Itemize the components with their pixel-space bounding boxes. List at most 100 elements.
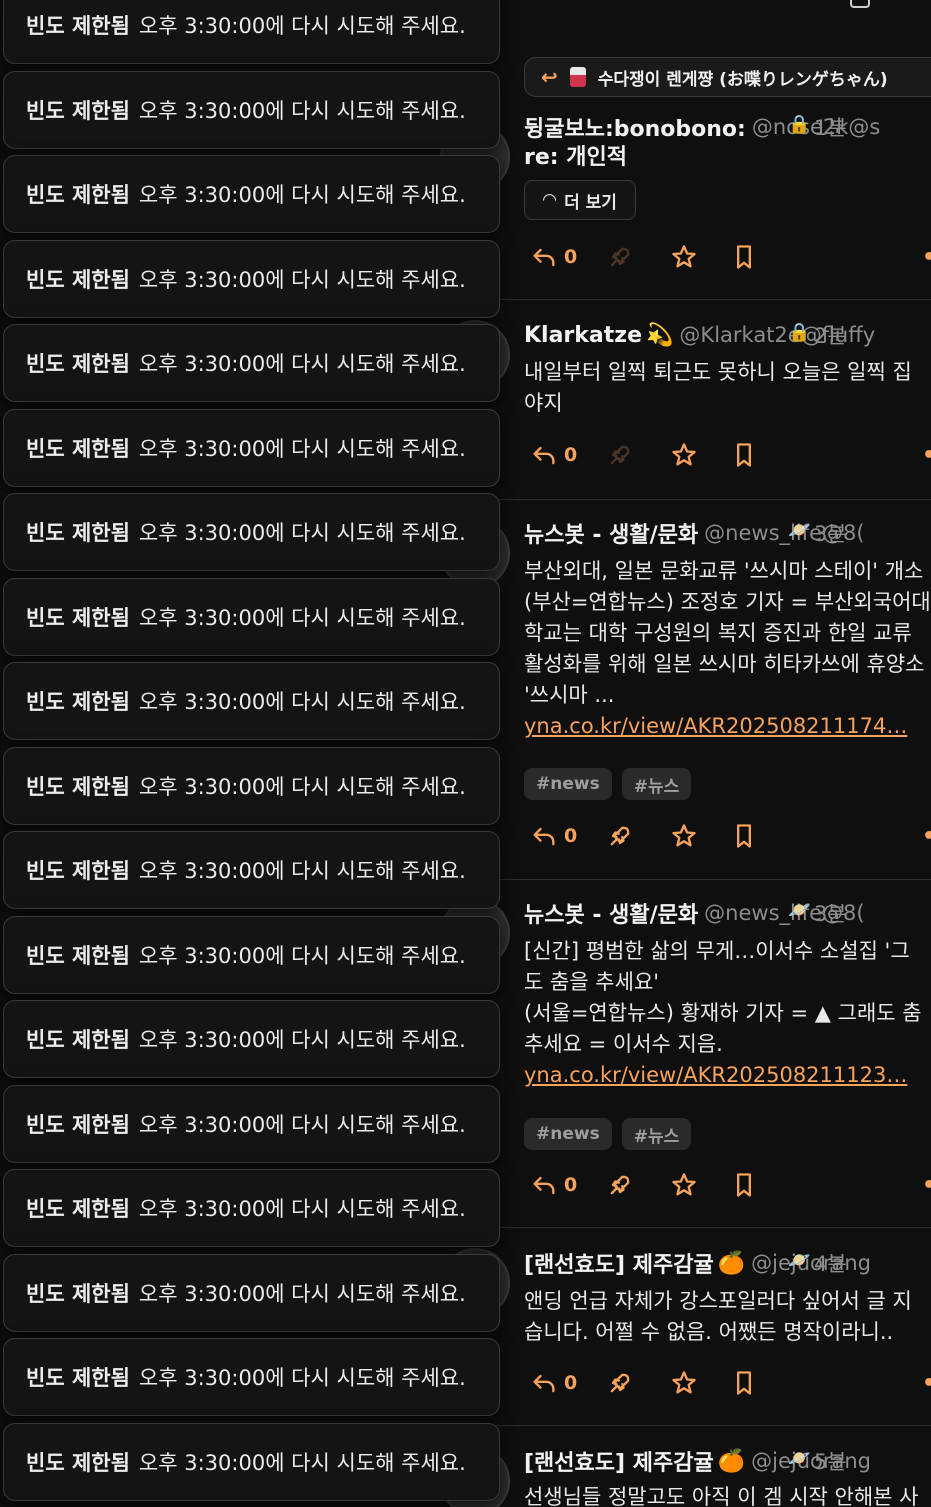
show-more-button[interactable]: ◠ 더 보기 xyxy=(524,180,636,220)
renote-button[interactable] xyxy=(606,1168,634,1202)
note-author-name[interactable]: 뉴스봇 - 생활/문화 xyxy=(524,898,698,928)
note-author-name[interactable]: [랜선효도] 제주감귤 xyxy=(524,1446,714,1476)
bookmark-icon xyxy=(737,443,751,467)
rate-limit-toast[interactable]: 빈도 제한됨 오후 3:30:00에 다시 시도해 주세요. xyxy=(3,746,500,825)
note-time[interactable]: 4분 xyxy=(814,1248,847,1278)
note-username[interactable]: @jejuorang xyxy=(751,1449,871,1473)
reply-button[interactable]: 0 xyxy=(530,1168,577,1202)
note-link[interactable]: yna.co.kr/view/AKR202508211123… xyxy=(524,1060,931,1091)
bookmark-button[interactable] xyxy=(730,1168,758,1202)
more-options-button[interactable]: • xyxy=(922,819,931,853)
note-line: 부산외대, 일본 문화교류 '쓰시마 스테이' 개소 xyxy=(524,559,924,583)
rate-limit-toast[interactable]: 빈도 제한됨 오후 3:30:00에 다시 시도해 주세요. xyxy=(3,831,500,909)
rate-limit-toast[interactable]: 빈도 제한됨 오후 3:30:00에 다시 시도해 주세요. xyxy=(3,1000,500,1078)
note-time[interactable]: 3분 xyxy=(814,518,847,548)
note-author-name[interactable]: 뉴스봇 - 생활/문화 xyxy=(524,518,698,548)
rate-limit-toast[interactable]: 빈도 제한됨 오후 3:30:00에 다시 시도해 주세요. xyxy=(3,1253,500,1332)
reply-button[interactable]: 0 xyxy=(530,819,577,853)
note-header: [랜선효도] 제주감귤 🍊 @jejuorang xyxy=(524,1248,931,1279)
planet-icon: 🪐 xyxy=(788,520,811,541)
hashtag[interactable]: #news xyxy=(524,768,612,800)
rocket-icon xyxy=(610,445,630,465)
ellipsis-icon: • xyxy=(922,245,931,270)
note-username[interactable]: @jejuorang xyxy=(751,1251,871,1275)
hashtag[interactable]: #뉴스 xyxy=(621,1118,692,1150)
reaction-button[interactable] xyxy=(670,1168,698,1202)
star-icon xyxy=(672,824,696,847)
rate-limit-toast[interactable]: 빈도 제한됨 오후 3:30:00에 다시 시도해 주세요. xyxy=(3,493,500,571)
hashtag[interactable]: #뉴스 xyxy=(621,768,692,800)
reply-count: 0 xyxy=(564,825,578,847)
compose-icon[interactable] xyxy=(850,0,870,8)
note-actions: 0• xyxy=(530,819,931,853)
rate-limit-toast[interactable]: 빈도 제한됨 오후 3:30:00에 다시 시도해 주세요. xyxy=(3,1338,500,1416)
note-text: 부산외대, 일본 문화교류 '쓰시마 스테이' 개소 (부산=연합뉴스) 조정호… xyxy=(524,556,931,742)
renote-button[interactable] xyxy=(606,1366,634,1400)
star-icon xyxy=(672,443,696,466)
more-options-button[interactable]: • xyxy=(922,1168,931,1202)
ellipsis-icon: • xyxy=(922,824,931,849)
rate-limit-toast[interactable]: 빈도 제한됨 오후 3:30:00에 다시 시도해 주세요. xyxy=(3,1084,500,1163)
note-link[interactable]: yna.co.kr/view/AKR202508211174… xyxy=(524,711,931,742)
reaction-button[interactable] xyxy=(670,819,698,853)
toast-message: 오후 3:30:00에 다시 시도해 주세요. xyxy=(138,1366,466,1390)
bookmark-button[interactable] xyxy=(730,1366,758,1400)
note: 뉴스봇 - 생활/문화 @news_life@8( 🪐 3분 부산외대, 일본 … xyxy=(440,518,931,880)
rate-limit-toast[interactable]: 빈도 제한됨 오후 3:30:00에 다시 시도해 주세요. xyxy=(3,577,500,656)
note-line: 도 춤을 추세요' xyxy=(524,970,660,994)
rate-limit-toast[interactable]: 빈도 제한됨 오후 3:30:00에 다시 시도해 주세요. xyxy=(3,408,500,487)
note-header: 뉴스봇 - 생활/문화 @news_life@8( xyxy=(524,898,931,928)
note-line: (서울=연합뉴스) 황재하 기자 = ▲ 그래도 춤 xyxy=(524,1001,922,1025)
note-text: [신간] 평범한 삶의 무게…이서수 소설집 '그 도 춤을 추세요' (서울=… xyxy=(524,936,931,1091)
rate-limit-toast[interactable]: 빈도 제한됨 오후 3:30:00에 다시 시도해 주세요. xyxy=(3,662,500,740)
rate-limit-toast[interactable]: 빈도 제한됨 오후 3:30:00에 다시 시도해 주세요. xyxy=(3,1169,500,1247)
note-time[interactable]: 3분 xyxy=(814,898,847,928)
rate-limit-toast[interactable]: 빈도 제한됨 오후 3:30:00에 다시 시도해 주세요. xyxy=(3,1422,500,1501)
renote-button[interactable] xyxy=(606,438,634,472)
toast-message: 오후 3:30:00에 다시 시도해 주세요. xyxy=(138,605,466,630)
rate-limit-toast[interactable]: 빈도 제한됨 오후 3:30:00에 다시 시도해 주세요. xyxy=(3,324,500,402)
more-options-button[interactable]: • xyxy=(922,438,931,472)
more-options-button[interactable]: • xyxy=(922,240,931,274)
toast-message: 오후 3:30:00에 다시 시도해 주세요. xyxy=(138,1197,466,1221)
user-emoji-icon xyxy=(569,67,586,87)
note-author-name[interactable]: 뒹굴보노:bonobono: xyxy=(524,112,746,142)
reaction-button[interactable] xyxy=(670,240,698,274)
reaction-button[interactable] xyxy=(670,438,698,472)
reply-button[interactable]: 0 xyxy=(530,1366,577,1400)
reply-banner-text: 수다쟁이 렌게쨩 (お喋りレンゲちゃん) xyxy=(597,69,888,90)
rate-limit-toast[interactable]: 빈도 제한됨 오후 3:30:00에 다시 시도해 주세요. xyxy=(3,70,500,149)
toast-message: 오후 3:30:00에 다시 시도해 주세요. xyxy=(138,1281,466,1306)
bookmark-button[interactable] xyxy=(730,438,758,472)
renote-button[interactable] xyxy=(606,819,634,853)
note-time[interactable]: 2분 xyxy=(814,320,847,350)
rate-limit-toast[interactable]: 빈도 제한됨 오후 3:30:00에 다시 시도해 주세요. xyxy=(3,915,500,994)
note-author-name[interactable]: Klarkatze xyxy=(524,323,642,348)
reply-icon xyxy=(533,1374,555,1393)
ellipsis-icon: • xyxy=(922,1371,931,1396)
bookmark-icon xyxy=(737,245,751,269)
rate-limit-toast[interactable]: 빈도 제한됨 오후 3:30:00에 다시 시도해 주세요. xyxy=(3,239,500,318)
toast-message: 오후 3:30:00에 다시 시도해 주세요. xyxy=(138,690,466,714)
hashtag[interactable]: #news xyxy=(524,1118,612,1150)
note-line: 내일부터 일찍 퇴근도 못하니 오늘은 일찍 집 xyxy=(524,360,912,384)
toast-title: 빈도 제한됨 xyxy=(26,436,130,461)
renote-button[interactable] xyxy=(606,240,634,274)
rate-limit-toast[interactable]: 빈도 제한됨 오후 3:30:00에 다시 시도해 주세요. xyxy=(3,0,500,64)
reply-button[interactable]: 0 xyxy=(530,240,577,274)
bookmark-button[interactable] xyxy=(730,819,758,853)
more-options-button[interactable]: • xyxy=(922,1366,931,1400)
toast-message: 오후 3:30:00에 다시 시도해 주세요. xyxy=(138,183,466,207)
reply-icon xyxy=(533,248,555,267)
reply-button[interactable]: 0 xyxy=(530,438,577,472)
note-time[interactable]: 5분 xyxy=(814,1446,847,1476)
note: [랜선효도] 제주감귤 🍊 @jejuorang 🪐 4분 앤딩 언급 자체가 … xyxy=(440,1248,931,1426)
note-time[interactable]: 1분 xyxy=(814,112,847,142)
bookmark-button[interactable] xyxy=(730,240,758,274)
reaction-button[interactable] xyxy=(670,1366,698,1400)
rocket-icon xyxy=(610,1175,630,1195)
rate-limit-toast[interactable]: 빈도 제한됨 오후 3:30:00에 다시 시도해 주세요. xyxy=(3,155,500,233)
note-author-name[interactable]: [랜선효도] 제주감귤 xyxy=(524,1248,714,1278)
toast-message: 오후 3:30:00에 다시 시도해 주세요. xyxy=(138,14,466,38)
reply-banner[interactable]: ↩ 수다쟁이 렌게쨩 (お喋りレンゲちゃん) xyxy=(524,57,931,97)
